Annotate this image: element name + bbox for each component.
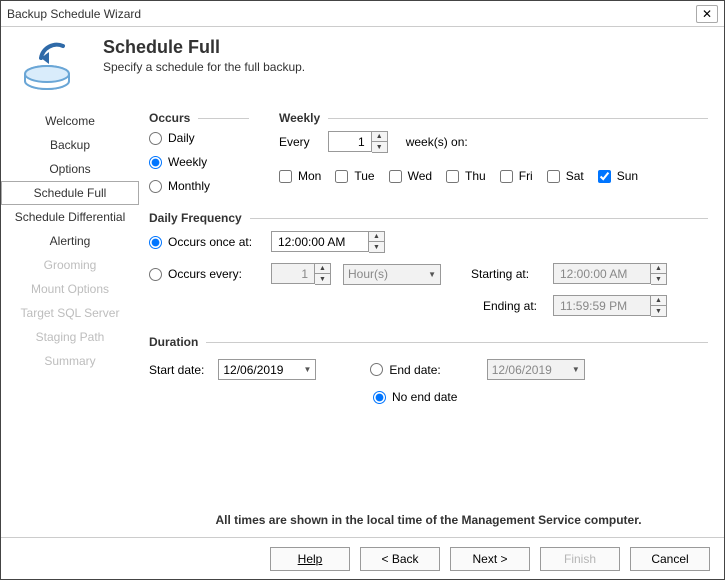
every-unit-value: Hour(s) bbox=[348, 267, 388, 281]
occurs-weekly-label: Weekly bbox=[168, 155, 207, 169]
day-tue[interactable]: Tue bbox=[335, 169, 374, 183]
weeks-input[interactable] bbox=[328, 131, 372, 152]
occurs-every-radio[interactable]: Occurs every: bbox=[149, 267, 259, 281]
chevron-down-icon: ▼ bbox=[566, 365, 580, 374]
start-date-picker[interactable]: 12/06/2019 ▼ bbox=[218, 359, 316, 380]
page-subheading: Specify a schedule for the full backup. bbox=[103, 60, 305, 74]
starting-at-label: Starting at: bbox=[471, 267, 541, 281]
chevron-down-icon[interactable]: ▼ bbox=[297, 365, 311, 374]
spinner-up-icon: ▲ bbox=[651, 296, 666, 306]
wizard-steps-sidebar: Welcome Backup Options Schedule Full Sch… bbox=[1, 103, 139, 537]
cancel-button[interactable]: Cancel bbox=[630, 547, 710, 571]
weekly-group-label: Weekly bbox=[279, 111, 320, 125]
days-row: Mon Tue Wed Thu Fri Sat Sun bbox=[279, 169, 708, 183]
header-text: Schedule Full Specify a schedule for the… bbox=[103, 37, 305, 74]
ending-at-spinner: ▲▼ bbox=[553, 295, 667, 317]
window-title: Backup Schedule Wizard bbox=[7, 7, 696, 21]
spinner-up-icon[interactable]: ▲ bbox=[369, 232, 384, 242]
sidebar-item-summary: Summary bbox=[1, 349, 139, 373]
day-thu[interactable]: Thu bbox=[446, 169, 486, 183]
starting-at-input bbox=[553, 263, 651, 284]
window-body: Schedule Full Specify a schedule for the… bbox=[1, 27, 724, 579]
end-date-value: 12/06/2019 bbox=[492, 363, 552, 377]
weekly-group: Weekly Every ▲▼ week(s) on: bbox=[279, 107, 708, 193]
next-button[interactable]: Next > bbox=[450, 547, 530, 571]
weeks-spinner-buttons[interactable]: ▲▼ bbox=[372, 131, 388, 153]
sidebar-item-alerting[interactable]: Alerting bbox=[1, 229, 139, 253]
once-time-spinner[interactable]: ▲▼ bbox=[271, 231, 385, 253]
sidebar-item-schedule-differential[interactable]: Schedule Differential bbox=[1, 205, 139, 229]
occurs-monthly-label: Monthly bbox=[168, 179, 210, 193]
content-area: Welcome Backup Options Schedule Full Sch… bbox=[1, 103, 724, 537]
ending-at-label: Ending at: bbox=[471, 299, 541, 313]
spinner-up-icon[interactable]: ▲ bbox=[372, 132, 387, 142]
duration-row-2: No end date bbox=[149, 390, 708, 404]
no-end-date-label: No end date bbox=[392, 390, 457, 404]
day-sat[interactable]: Sat bbox=[547, 169, 584, 183]
sidebar-item-target-sql: Target SQL Server bbox=[1, 301, 139, 325]
ending-at-input bbox=[553, 295, 651, 316]
duration-row-1: Start date: 12/06/2019 ▼ End date: 12/06/… bbox=[149, 359, 708, 380]
occurs-daily-label: Daily bbox=[168, 131, 195, 145]
chevron-down-icon: ▼ bbox=[422, 270, 436, 279]
occurs-weekly-radio[interactable]: Weekly bbox=[149, 155, 249, 169]
starting-at-spinner: ▲▼ bbox=[553, 263, 667, 285]
occurs-monthly-radio[interactable]: Monthly bbox=[149, 179, 249, 193]
every-value-spinner: ▲▼ bbox=[271, 263, 331, 285]
daily-frequency-group-label: Daily Frequency bbox=[149, 211, 242, 225]
occurs-once-label: Occurs once at: bbox=[168, 235, 252, 249]
sidebar-item-grooming: Grooming bbox=[1, 253, 139, 277]
sidebar-item-schedule-full[interactable]: Schedule Full bbox=[1, 181, 139, 205]
start-date-value: 12/06/2019 bbox=[223, 363, 283, 377]
spinner-down-icon: ▼ bbox=[315, 274, 330, 284]
wizard-window: Backup Schedule Wizard ✕ Schedule Full S… bbox=[0, 0, 725, 580]
duration-group-label: Duration bbox=[149, 335, 198, 349]
spinner-up-icon: ▲ bbox=[651, 264, 666, 274]
back-button[interactable]: < Back bbox=[360, 547, 440, 571]
day-fri[interactable]: Fri bbox=[500, 169, 533, 183]
sidebar-item-options[interactable]: Options bbox=[1, 157, 139, 181]
spinner-down-icon: ▼ bbox=[651, 274, 666, 284]
page-heading: Schedule Full bbox=[103, 37, 305, 58]
sidebar-item-staging-path: Staging Path bbox=[1, 325, 139, 349]
end-date-radio[interactable]: End date: bbox=[370, 363, 440, 377]
header-area: Schedule Full Specify a schedule for the… bbox=[1, 27, 724, 103]
day-mon[interactable]: Mon bbox=[279, 169, 321, 183]
end-date-picker: 12/06/2019 ▼ bbox=[487, 359, 585, 380]
start-date-label: Start date: bbox=[149, 363, 204, 377]
daily-frequency-group: Occurs once at: ▲▼ Occurs every: ▲▼ bbox=[149, 231, 708, 317]
sidebar-item-welcome[interactable]: Welcome bbox=[1, 109, 139, 133]
spinner-down-icon[interactable]: ▼ bbox=[372, 142, 387, 152]
weeks-spinner[interactable]: ▲▼ bbox=[328, 131, 388, 153]
titlebar: Backup Schedule Wizard ✕ bbox=[1, 1, 724, 27]
occurs-weekly-row: Occurs Daily Weekly Monthly Weekly Every bbox=[149, 107, 708, 193]
help-button[interactable]: Help bbox=[270, 547, 350, 571]
sidebar-item-backup[interactable]: Backup bbox=[1, 133, 139, 157]
occurs-group: Occurs Daily Weekly Monthly bbox=[149, 107, 249, 193]
no-end-date-radio[interactable]: No end date bbox=[373, 390, 457, 404]
occurs-once-radio[interactable]: Occurs once at: bbox=[149, 235, 259, 249]
occurs-daily-radio[interactable]: Daily bbox=[149, 131, 249, 145]
schedule-icon bbox=[15, 37, 85, 97]
spinner-down-icon: ▼ bbox=[651, 306, 666, 316]
close-button[interactable]: ✕ bbox=[696, 5, 718, 23]
once-time-input[interactable] bbox=[271, 231, 369, 252]
buttons-bar: Help < Back Next > Finish Cancel bbox=[1, 537, 724, 579]
sidebar-item-mount-options: Mount Options bbox=[1, 277, 139, 301]
main-panel: Occurs Daily Weekly Monthly Weekly Every bbox=[139, 103, 724, 537]
occurs-group-label: Occurs bbox=[149, 111, 190, 125]
weeks-on-label: week(s) on: bbox=[406, 135, 468, 149]
occurs-every-label: Occurs every: bbox=[168, 267, 242, 281]
spinner-down-icon[interactable]: ▼ bbox=[369, 242, 384, 252]
timezone-note: All times are shown in the local time of… bbox=[149, 505, 708, 531]
end-date-label: End date: bbox=[389, 363, 440, 377]
day-sun[interactable]: Sun bbox=[598, 169, 638, 183]
every-value-input bbox=[271, 263, 315, 284]
finish-button: Finish bbox=[540, 547, 620, 571]
close-icon: ✕ bbox=[702, 7, 712, 21]
day-wed[interactable]: Wed bbox=[389, 169, 432, 183]
every-label: Every bbox=[279, 135, 310, 149]
every-unit-select: Hour(s) ▼ bbox=[343, 264, 441, 285]
spinner-up-icon: ▲ bbox=[315, 264, 330, 274]
